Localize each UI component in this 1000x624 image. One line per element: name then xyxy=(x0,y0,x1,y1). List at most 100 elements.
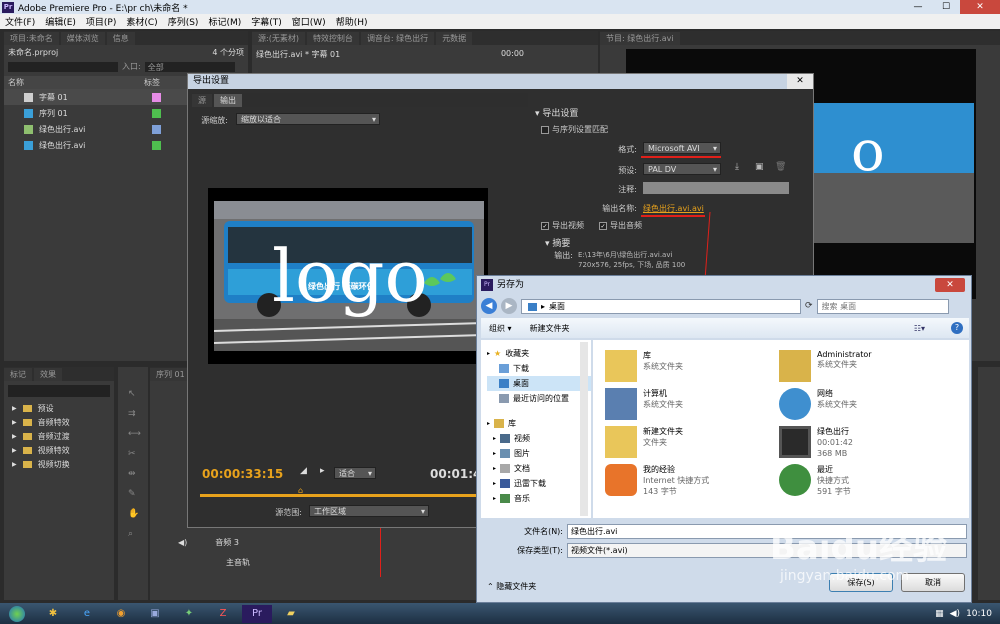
file-item-type: Internet 快捷方式 xyxy=(643,476,710,485)
premiere-taskbar-icon[interactable]: Pr xyxy=(242,604,272,623)
back-button[interactable]: ◀ xyxy=(481,298,497,314)
explorer-taskbar-icon[interactable]: ▰ xyxy=(276,605,306,623)
filezilla-icon[interactable]: Z xyxy=(208,605,238,623)
search-input[interactable] xyxy=(816,298,949,314)
file-item-library[interactable]: 库系统文件夹 xyxy=(605,350,683,382)
recent-places-icon xyxy=(499,394,509,403)
tree-label: 下载 xyxy=(513,364,529,373)
organize-button[interactable]: 组织 ▾ xyxy=(489,323,512,334)
file-item-name: 库 xyxy=(643,351,651,360)
media-app-icon[interactable]: ▣ xyxy=(140,605,170,623)
file-item-size: 143 字节 xyxy=(643,487,677,496)
downloads-icon xyxy=(499,364,509,373)
file-item-administrator[interactable]: Administrator 系统文件夹 xyxy=(779,350,872,382)
view-options-icon[interactable]: ☷▾ xyxy=(914,324,925,333)
save-as-titlebar: Pr 另存为 ✕ xyxy=(477,276,971,294)
file-item-network[interactable]: 网络 系统文件夹 xyxy=(779,388,857,420)
videos-icon xyxy=(500,434,511,443)
computer-icon xyxy=(605,388,637,420)
tree-pictures[interactable]: ▸ 图片 xyxy=(487,446,591,461)
file-item-my-experience[interactable]: 我的经验 Internet 快捷方式 143 字节 xyxy=(605,464,709,497)
tree-scrollbar[interactable] xyxy=(580,342,588,516)
file-item-recent[interactable]: 最近 快捷方式 591 字节 xyxy=(779,464,851,497)
file-item-name: 最近 xyxy=(817,465,833,474)
tree-music[interactable]: ▸ 音乐 xyxy=(487,491,591,506)
file-item-type: 系统文件夹 xyxy=(643,362,683,371)
address-bar[interactable]: ▸ 桌面 xyxy=(521,298,801,314)
game-icon[interactable]: ✦ xyxy=(174,605,204,623)
tree-recent[interactable]: 最近访问的位置 xyxy=(487,391,591,406)
tree-thunder-downloads[interactable]: ▸ 迅雷下载 xyxy=(487,476,591,491)
filename-label: 文件名(N): xyxy=(524,527,563,536)
tree-label: 视频 xyxy=(514,434,531,443)
file-item-size: 368 MB xyxy=(817,449,848,458)
organize-label: 组织 xyxy=(489,323,505,333)
internet-shortcut-icon xyxy=(605,464,637,496)
new-folder-button[interactable]: 新建文件夹 xyxy=(530,323,570,334)
ie-icon[interactable]: e xyxy=(72,605,102,623)
forward-button[interactable]: ▶ xyxy=(501,298,517,314)
windows-taskbar: ✱ e ◉ ▣ ✦ Z Pr ▰ ▦ ◀) 10:10 xyxy=(0,603,1000,624)
file-list: 库系统文件夹 Administrator 系统文件夹 计算机 系统文件夹 网络 系统文… xyxy=(593,340,969,518)
tree-label: 图片 xyxy=(514,449,531,458)
watermark-url: jingyan.baidu.com xyxy=(780,568,910,584)
file-item-name: 计算机 xyxy=(643,389,667,398)
documents-icon xyxy=(500,464,511,473)
tree-videos[interactable]: ▸ 视频 xyxy=(487,431,591,446)
file-item-name: Administrator xyxy=(817,350,872,359)
desktop-icon xyxy=(528,302,537,311)
navigation-tree: ▸ ★ 收藏夹 下载 桌面 最近访问的位置 ▸ 库 ▸ 视频 ▸ 图片 ▸ 文档 ▸ 迅雷下载… xyxy=(481,340,591,518)
file-item-duration: 00:01:42 xyxy=(817,438,853,447)
tree-label: 库 xyxy=(508,419,517,428)
filetype-label: 保存类型(T): xyxy=(517,546,563,555)
file-item-type: 系统文件夹 xyxy=(817,360,857,369)
file-item-name: 网络 xyxy=(817,389,833,398)
file-item-name: 我的经验 xyxy=(643,465,675,474)
system-tray: ▦ ◀) 10:10 xyxy=(935,609,1000,619)
network-icon xyxy=(779,388,811,420)
tree-label: 收藏夹 xyxy=(505,349,530,358)
clock[interactable]: 10:10 xyxy=(966,609,992,619)
address-row: ◀ ▶ ▸ 桌面 ⟳ xyxy=(481,297,969,315)
tree-libraries[interactable]: ▸ 库 xyxy=(487,416,591,431)
user-folder-icon xyxy=(779,350,811,382)
file-item-new-folder[interactable]: 新建文件夹 文件夹 xyxy=(605,426,683,458)
video-thumbnail-icon xyxy=(779,426,811,458)
file-item-name: 新建文件夹 xyxy=(643,427,683,436)
network-tray-icon[interactable]: ▦ xyxy=(935,609,944,619)
hide-folders-toggle[interactable]: ⌃ 隐藏文件夹 xyxy=(487,581,536,592)
address-path: 桌面 xyxy=(549,301,566,311)
start-button[interactable] xyxy=(0,605,34,623)
music-icon xyxy=(500,494,511,503)
premiere-app-icon: Pr xyxy=(481,279,493,291)
tree-shortcut-icon xyxy=(779,464,811,496)
volume-tray-icon[interactable]: ◀) xyxy=(950,609,960,619)
file-item-type: 系统文件夹 xyxy=(643,400,683,409)
chrome-icon[interactable]: ◉ xyxy=(106,605,136,623)
tree-label: 桌面 xyxy=(513,379,529,388)
file-item-name: 绿色出行 xyxy=(817,427,849,436)
save-as-close-button[interactable]: ✕ xyxy=(935,278,965,292)
file-item-computer[interactable]: 计算机 系统文件夹 xyxy=(605,388,683,420)
library-icon xyxy=(494,419,505,428)
tree-desktop[interactable]: 桌面 xyxy=(487,376,591,391)
tree-favorites[interactable]: ▸ ★ 收藏夹 xyxy=(487,346,591,361)
folder-icon xyxy=(605,426,637,458)
tree-documents[interactable]: ▸ 文档 xyxy=(487,461,591,476)
tree-downloads[interactable]: 下载 xyxy=(487,361,591,376)
help-icon[interactable]: ? xyxy=(951,322,963,334)
tree-label: 迅雷下载 xyxy=(514,479,547,488)
library-folder-icon xyxy=(605,350,637,382)
hide-folders-label: 隐藏文件夹 xyxy=(496,582,537,591)
file-item-type: 文件夹 xyxy=(643,438,667,447)
tree-label: 最近访问的位置 xyxy=(513,394,569,403)
tree-label: 音乐 xyxy=(514,494,531,503)
baidu-watermark: Baidu经验 jingyan.baidu.com xyxy=(770,520,980,595)
pictures-icon xyxy=(500,449,511,458)
command-bar: 组织 ▾ 新建文件夹 ☷▾ ? xyxy=(481,318,969,338)
thunder-icon xyxy=(500,479,511,488)
refresh-icon[interactable]: ⟳ xyxy=(805,301,813,311)
file-item-type: 系统文件夹 xyxy=(817,400,857,409)
pinned-app-icon[interactable]: ✱ xyxy=(38,605,68,623)
file-item-video[interactable]: 绿色出行 00:01:42 368 MB xyxy=(779,426,853,459)
